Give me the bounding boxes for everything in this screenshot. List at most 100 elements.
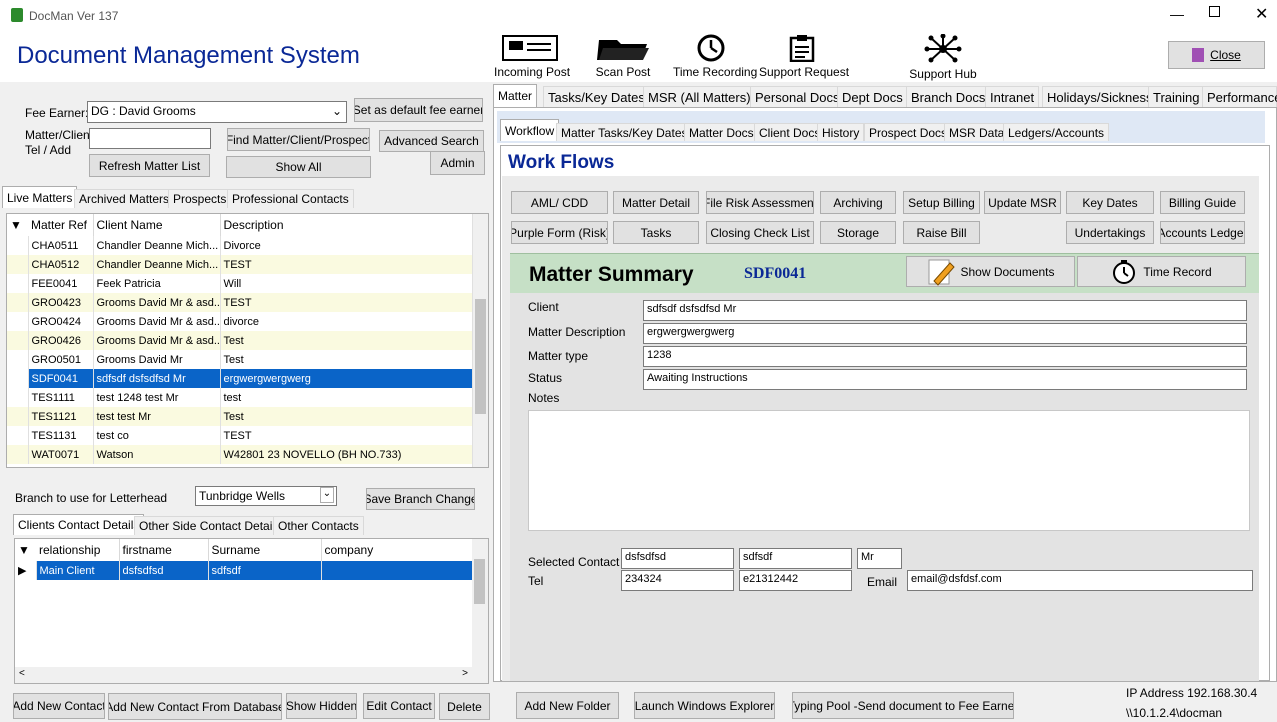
minimize-icon[interactable]: — [1170, 6, 1184, 22]
key-dates-button[interactable]: Key Dates [1066, 191, 1154, 214]
table-row[interactable]: TES1121 test test Mr Test [7, 407, 474, 426]
advanced-search-button[interactable]: Advanced Search [379, 130, 484, 152]
table-row[interactable]: TES1111 test 1248 test Mr test [7, 388, 474, 407]
add-contact-from-database-button[interactable]: Add New Contact From Database [108, 693, 282, 720]
table-row-selected[interactable]: ​SDF0041sdfsdf dsfsdfsd Mrergwergwergwer… [7, 369, 474, 388]
scroll-left-icon[interactable]: < [19, 668, 25, 679]
subtab-client-docs[interactable]: Client Docs [754, 123, 826, 141]
contacts-grid[interactable]: ▼ relationship firstname Surname company… [14, 538, 489, 684]
contact-title-field[interactable]: Mr [857, 548, 902, 569]
tasks-button[interactable]: Tasks [613, 221, 699, 244]
scroll-right-icon[interactable]: > [462, 668, 468, 679]
email-field[interactable]: email@dsfdsf.com [907, 570, 1253, 591]
table-row[interactable]: GRO0424 Grooms David Mr & asd... divorce [7, 312, 474, 331]
time-record-button[interactable]: Time Record [1077, 256, 1246, 287]
subtab-matter-tasks[interactable]: Matter Tasks/Key Dates [556, 123, 693, 141]
admin-button[interactable]: Admin [430, 151, 485, 175]
contacts-hscrollbar[interactable]: < > [15, 667, 488, 683]
scrollbar-thumb[interactable] [474, 559, 485, 604]
tab-msr-all-matters[interactable]: MSR (All Matters) [643, 86, 756, 107]
tab-matter[interactable]: Matter [493, 84, 538, 107]
toolbar-time-recording[interactable]: Time Recording [673, 34, 757, 79]
find-matter-button[interactable]: Find Matter/Client/Prospect [227, 128, 370, 151]
client-field[interactable]: sdfsdf dsfsdfsd Mr [643, 300, 1247, 321]
contact-surname-field[interactable]: sdfsdf [739, 548, 852, 569]
tab-intranet[interactable]: Intranet [985, 86, 1040, 107]
matter-type-field[interactable]: 1238 [643, 346, 1247, 367]
col-header-client-name[interactable]: Client Name [93, 214, 221, 236]
tab-prospects[interactable]: Prospects [168, 189, 232, 208]
add-new-contact-button[interactable]: Add New Contact [13, 693, 105, 719]
set-default-fee-earner-button[interactable]: Set as default fee earner [354, 98, 483, 122]
col-header-matter-ref[interactable]: Matter Ref [28, 214, 94, 236]
matter-grid[interactable]: ▼ Matter Ref Client Name Description CHA… [6, 213, 489, 468]
toolbar-support-request[interactable]: Support Request [759, 34, 849, 79]
fee-earner-select[interactable]: DG : David Grooms ⌄ [87, 101, 347, 123]
add-new-folder-button[interactable]: Add New Folder [516, 692, 619, 719]
toolbar-support-hub[interactable]: Support Hub [908, 33, 978, 81]
tab-tasks-key-dates[interactable]: Tasks/Key Dates [543, 86, 650, 107]
tab-live-matters[interactable]: Live Matters [2, 186, 78, 208]
subtab-history[interactable]: History [817, 123, 865, 141]
table-row[interactable]: CHA0512 Chandler Deanne Mich... TEST [7, 255, 474, 274]
subtab-matter-docs[interactable]: Matter Docs [684, 123, 759, 141]
col-header-surname[interactable]: Surname [208, 539, 322, 561]
tab-performance[interactable]: Performance [1202, 86, 1277, 107]
tel1-field[interactable]: 234324 [621, 570, 734, 591]
tab-archived-matters[interactable]: Archived Matters [74, 189, 175, 208]
setup-billing-button[interactable]: Setup Billing [903, 191, 980, 214]
show-documents-button[interactable]: Show Documents [906, 256, 1075, 287]
tab-branch-docs[interactable]: Branch Docs [906, 86, 991, 107]
tab-training[interactable]: Training [1148, 86, 1205, 107]
tab-other-contacts[interactable]: Other Contacts [273, 516, 364, 535]
status-field[interactable]: Awaiting Instructions [643, 369, 1247, 390]
refresh-matter-list-button[interactable]: Refresh Matter List [89, 154, 210, 177]
launch-windows-explorer-button[interactable]: Launch Windows Explorer [634, 692, 775, 719]
show-all-button[interactable]: Show All [226, 156, 371, 178]
raise-bill-button[interactable]: Raise Bill [903, 221, 980, 244]
table-row[interactable]: GRO0423 Grooms David Mr & asd... TEST [7, 293, 474, 312]
aml-cdd-button[interactable]: AML/ CDD [511, 191, 608, 214]
storage-button[interactable]: Storage [820, 221, 896, 244]
col-header-relationship[interactable]: relationship [36, 539, 120, 561]
scrollbar-thumb[interactable] [475, 299, 486, 414]
toolbar-incoming-post[interactable]: Incoming Post [494, 34, 570, 79]
show-hidden-button[interactable]: Show Hidden [286, 693, 357, 719]
table-row[interactable]: FEE0041 Feek Patricia Will [7, 274, 474, 293]
archiving-button[interactable]: Archiving [820, 191, 896, 214]
closing-check-list-button[interactable]: Closing Check List [706, 221, 814, 244]
purple-form-risk-button[interactable]: Purple Form (Risk) [511, 221, 608, 244]
col-header-description[interactable]: Description [220, 214, 474, 236]
subtab-prospect-docs[interactable]: Prospect Docs [864, 123, 953, 141]
matter-grid-scrollbar[interactable] [472, 214, 488, 467]
matter-search-input[interactable] [89, 128, 211, 149]
typing-pool-button[interactable]: Typing Pool -Send document to Fee Earner [792, 692, 1014, 719]
file-risk-assessment-button[interactable]: File Risk Assessment [706, 191, 814, 214]
close-button[interactable]: Close [1168, 41, 1265, 69]
subtab-ledgers-accounts[interactable]: Ledgers/Accounts [1003, 123, 1110, 141]
tab-dept-docs[interactable]: Dept Docs [837, 86, 908, 107]
notes-field[interactable] [528, 410, 1250, 531]
tel2-field[interactable]: e21312442 [739, 570, 852, 591]
branch-select[interactable]: Tunbridge Wells ⌄ [195, 486, 337, 506]
tab-personal-docs[interactable]: Personal Docs [750, 86, 845, 107]
tab-clients-contact-details[interactable]: Clients Contact Details [13, 514, 145, 535]
col-header-firstname[interactable]: firstname [119, 539, 209, 561]
table-row[interactable]: CHA0511 Chandler Deanne Mich... Divorce [7, 236, 474, 255]
tab-professional-contacts[interactable]: Professional Contacts [227, 189, 354, 208]
delete-button[interactable]: Delete [439, 693, 490, 720]
table-row[interactable]: TES1131 test co TEST [7, 426, 474, 445]
tab-other-side-contact-details[interactable]: Other Side Contact Details [134, 516, 287, 535]
matter-description-field[interactable]: ergwergwergwerg [643, 323, 1247, 344]
update-msr-button[interactable]: Update MSR [984, 191, 1061, 214]
contact-firstname-field[interactable]: dsfsdfsd [621, 548, 734, 569]
accounts-ledger-button[interactable]: Accounts Ledger [1160, 221, 1245, 244]
billing-guide-button[interactable]: Billing Guide [1160, 191, 1245, 214]
contact-row-selected[interactable]: ▶ Main Client dsfsdfsd sdfsdf [15, 561, 473, 580]
close-window-icon[interactable]: ✕ [1255, 4, 1268, 24]
toolbar-scan-post[interactable]: Scan Post [588, 34, 658, 79]
subtab-msr-data[interactable]: MSR Data [944, 123, 1010, 141]
save-branch-change-button[interactable]: Save Branch Change [366, 488, 475, 510]
table-row[interactable]: GRO0426 Grooms David Mr & asd... Test [7, 331, 474, 350]
table-row[interactable]: WAT0071 Watson W42801 23 NOVELLO (BH NO.73… [7, 445, 474, 464]
